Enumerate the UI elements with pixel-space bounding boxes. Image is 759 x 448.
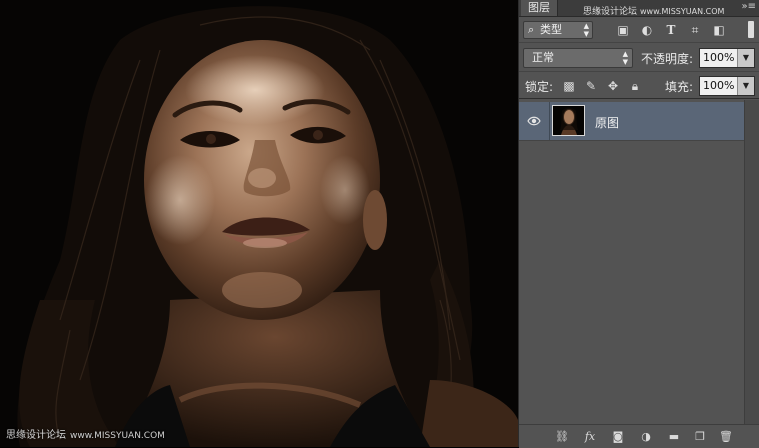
opacity-field[interactable]: 100% ▼ bbox=[699, 48, 755, 68]
watermark-text: 思缘设计论坛 bbox=[6, 430, 66, 441]
watermark-bottom: 思缘设计论坛 www.MISSYUAN.COM bbox=[6, 426, 165, 441]
layer-style-icon[interactable]: fx bbox=[581, 428, 599, 445]
watermark-site: www.MISSYUAN.COM bbox=[640, 7, 725, 16]
lock-all-icon[interactable]: 🔒︎ bbox=[627, 78, 643, 94]
smart-object-filter-icon[interactable]: ◧ bbox=[711, 22, 727, 38]
blend-mode-label: 正常 bbox=[532, 51, 554, 64]
watermark-text: 思缘设计论坛 bbox=[583, 7, 638, 17]
thumbnail-image bbox=[553, 106, 584, 135]
lock-row: 锁定: ▩ ✎ ✥ 🔒︎ 填充: 100% ▼ bbox=[519, 73, 759, 99]
document-canvas[interactable]: 思缘设计论坛 www.MISSYUAN.COM bbox=[0, 0, 518, 447]
panel-tab-bar: 图层 思缘设计论坛 www.MISSYUAN.COM »≡ bbox=[519, 0, 759, 17]
eye-icon bbox=[527, 116, 541, 126]
layers-list: 原图 bbox=[519, 100, 745, 424]
delete-layer-icon[interactable]: 🗑︎ bbox=[717, 428, 735, 445]
opacity-value: 100% bbox=[703, 51, 735, 64]
watermark-top: 思缘设计论坛 www.MISSYUAN.COM bbox=[583, 4, 724, 17]
new-layer-icon[interactable]: ❐ bbox=[691, 428, 709, 445]
shape-filter-icon[interactable]: ⌗ bbox=[687, 22, 703, 38]
lock-position-icon[interactable]: ✥ bbox=[605, 78, 621, 94]
lock-transparent-icon[interactable]: ▩ bbox=[561, 78, 577, 94]
fill-label: 填充: bbox=[665, 80, 694, 94]
layer-name[interactable]: 原图 bbox=[595, 114, 619, 131]
select-arrows-icon: ▲ ▼ bbox=[583, 22, 589, 38]
fill-field[interactable]: 100% ▼ bbox=[699, 76, 755, 96]
blend-row: 正常 ▲ ▼ 不透明度: 100% ▼ bbox=[519, 44, 759, 72]
fill-value: 100% bbox=[703, 79, 735, 92]
opacity-dropdown-icon[interactable]: ▼ bbox=[737, 49, 754, 67]
watermark-site: www.MISSYUAN.COM bbox=[70, 431, 165, 441]
lock-label: 锁定: bbox=[525, 80, 554, 94]
search-icon: ⌕ bbox=[528, 23, 535, 36]
layer-thumbnail[interactable] bbox=[552, 105, 585, 136]
filter-toggle-switch[interactable] bbox=[748, 21, 754, 38]
filter-row: ⌕ 类型 ▲ ▼ ▣ ◐ T ⌗ ◧ bbox=[519, 17, 759, 43]
select-arrows-icon: ▲ ▼ bbox=[622, 50, 628, 66]
type-filter-icon[interactable]: T bbox=[663, 22, 679, 38]
panel-menu-icon[interactable]: »≡ bbox=[742, 2, 757, 12]
filter-type-label: 类型 bbox=[540, 23, 562, 36]
image-filter-icon[interactable]: ▣ bbox=[615, 22, 631, 38]
portrait-photo bbox=[0, 0, 518, 447]
tab-layers[interactable]: 图层 bbox=[521, 0, 558, 16]
new-adjustment-icon[interactable]: ◑ bbox=[637, 428, 655, 445]
add-mask-icon[interactable]: ◙ bbox=[609, 428, 627, 445]
adjustment-filter-icon[interactable]: ◐ bbox=[639, 22, 655, 38]
layer-row[interactable]: 原图 bbox=[519, 102, 745, 141]
filter-type-select[interactable]: ⌕ 类型 ▲ ▼ bbox=[523, 21, 593, 39]
new-group-icon[interactable]: ▬ bbox=[665, 428, 683, 445]
fill-dropdown-icon[interactable]: ▼ bbox=[737, 77, 754, 95]
layers-panel: 图层 思缘设计论坛 www.MISSYUAN.COM »≡ ⌕ 类型 ▲ ▼ ▣ ◐… bbox=[518, 0, 759, 448]
visibility-toggle[interactable] bbox=[519, 102, 550, 140]
layers-scrollbar[interactable] bbox=[744, 100, 759, 424]
lock-paint-icon[interactable]: ✎ bbox=[583, 78, 599, 94]
layers-bottom-toolbar: ⛓ fx ◙ ◑ ▬ ❐ 🗑︎ bbox=[519, 424, 759, 448]
link-layers-icon[interactable]: ⛓ bbox=[553, 428, 571, 445]
opacity-label: 不透明度: bbox=[641, 52, 694, 66]
blend-mode-select[interactable]: 正常 ▲ ▼ bbox=[523, 48, 633, 68]
